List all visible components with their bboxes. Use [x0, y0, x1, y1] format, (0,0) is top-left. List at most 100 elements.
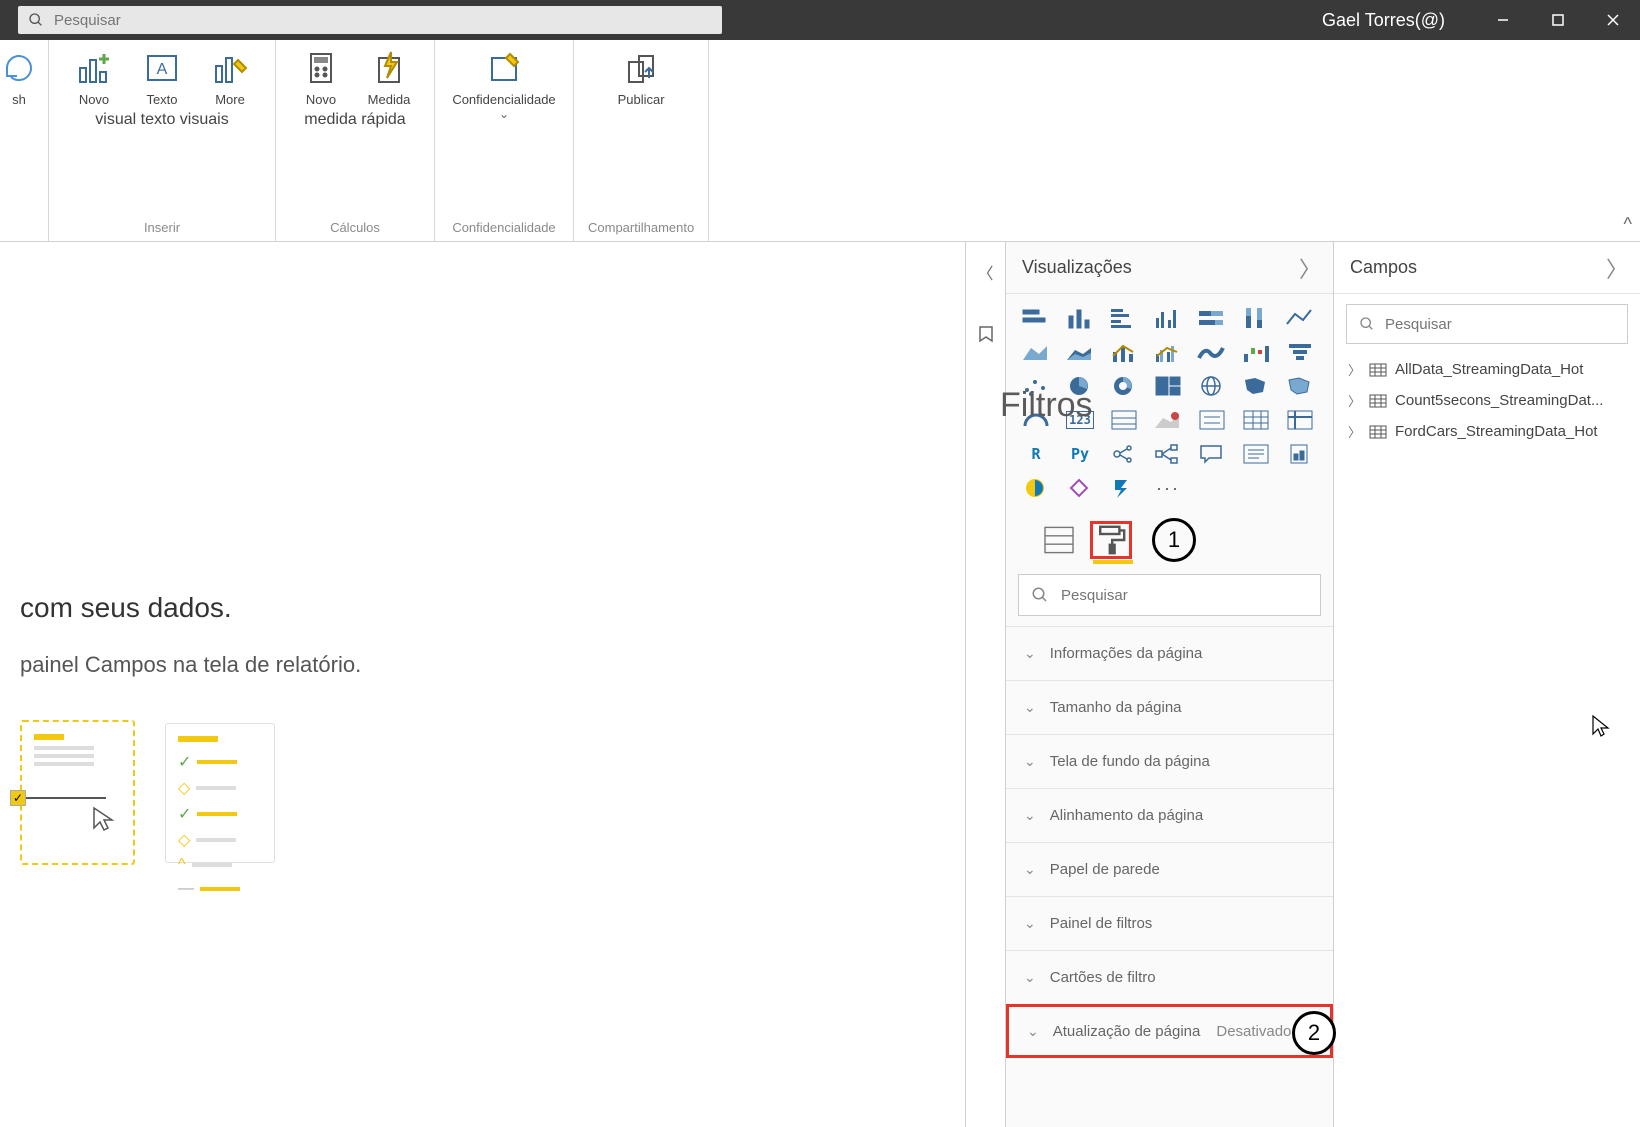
- viz-line-stacked-column[interactable]: [1106, 338, 1142, 366]
- viz-kpi[interactable]: [1150, 406, 1186, 434]
- viz-arcgis[interactable]: [1018, 474, 1054, 502]
- viz-card[interactable]: 123: [1062, 406, 1098, 434]
- format-section[interactable]: ⌄Informações da página: [1006, 626, 1333, 680]
- viz-area[interactable]: [1018, 338, 1054, 366]
- ribbon-sensitivity-button[interactable]: Confidencialidade ⌄: [449, 48, 559, 121]
- chevron-right-icon[interactable]: 〉: [1299, 252, 1321, 284]
- format-section-status: Desativado: [1216, 1023, 1291, 1040]
- visualizations-title: Visualizações: [1022, 257, 1132, 278]
- chevron-down-icon: ⌄: [1024, 861, 1036, 878]
- svg-text:A: A: [157, 61, 168, 78]
- viz-paginated-report[interactable]: [1282, 440, 1318, 468]
- canvas-heading: com seus dados.: [20, 592, 945, 624]
- viz-r-script[interactable]: R: [1018, 440, 1054, 468]
- format-tab-button[interactable]: [1090, 521, 1132, 559]
- viz-scatter[interactable]: [1018, 372, 1054, 400]
- ribbon-more-visuals-label: More: [215, 92, 245, 107]
- ribbon-publish-button[interactable]: Publicar: [610, 48, 672, 107]
- viz-slicer[interactable]: [1194, 406, 1230, 434]
- fields-pane: Campos 〉 〉AllData_StreamingData_Hot〉Coun…: [1334, 242, 1640, 1127]
- fields-title: Campos: [1350, 257, 1417, 278]
- user-name[interactable]: Gael Torres(@): [1322, 10, 1445, 31]
- ribbon-new-measure-button[interactable]: Novo: [290, 48, 352, 107]
- viz-stacked-area[interactable]: [1062, 338, 1098, 366]
- viz-donut[interactable]: [1106, 372, 1142, 400]
- fields-tab-icon: [1038, 519, 1080, 561]
- format-section[interactable]: ⌄Tamanho da página: [1006, 680, 1333, 734]
- annotation-1: 1: [1152, 518, 1196, 562]
- viz-100-stacked-bar[interactable]: [1194, 304, 1230, 332]
- viz-matrix[interactable]: [1282, 406, 1318, 434]
- viz-more[interactable]: ···: [1150, 474, 1186, 502]
- bookmark-icon[interactable]: [976, 324, 996, 344]
- viz-clustered-column[interactable]: [1150, 304, 1186, 332]
- format-section-label: Painel de filtros: [1050, 915, 1153, 932]
- ribbon-text-box-button[interactable]: A Texto: [131, 48, 193, 107]
- ribbon-calc-sublabel: medida rápida: [304, 111, 405, 129]
- format-section[interactable]: ⌄Painel de filtros: [1006, 896, 1333, 950]
- ribbon-more-visuals-button[interactable]: More: [199, 48, 261, 107]
- viz-qa[interactable]: [1194, 440, 1230, 468]
- search-icon: [1359, 316, 1375, 332]
- fields-search[interactable]: [1346, 304, 1628, 344]
- annotation-2: 2: [1292, 1011, 1336, 1055]
- ribbon-new-visual-button[interactable]: Novo: [63, 48, 125, 107]
- viz-smart-narrative[interactable]: [1238, 440, 1274, 468]
- viz-clustered-bar[interactable]: [1106, 304, 1142, 332]
- format-search-input[interactable]: [1061, 587, 1308, 604]
- chevron-down-icon: ⌄: [499, 107, 509, 121]
- viz-multirow-card[interactable]: [1106, 406, 1142, 434]
- window-minimize-button[interactable]: [1475, 0, 1530, 40]
- ribbon-refresh-button[interactable]: sh: [4, 48, 34, 107]
- viz-shape-map[interactable]: [1282, 372, 1318, 400]
- format-section[interactable]: ⌄Cartões de filtro: [1006, 950, 1333, 1004]
- window-maximize-button[interactable]: [1530, 0, 1585, 40]
- format-section[interactable]: ⌄Papel de parede: [1006, 842, 1333, 896]
- field-table-item[interactable]: 〉Count5secons_StreamingDat...: [1334, 385, 1640, 416]
- calculator-icon: [301, 48, 341, 88]
- field-table-item[interactable]: 〉FordCars_StreamingData_Hot: [1334, 416, 1640, 447]
- viz-gauge[interactable]: [1018, 406, 1054, 434]
- ribbon-quick-measure-button[interactable]: Medida: [358, 48, 420, 107]
- search-icon: [28, 12, 44, 28]
- chevron-left-icon[interactable]: 〈: [977, 260, 993, 284]
- filters-pane-collapsed[interactable]: 〈: [966, 242, 1006, 1127]
- report-canvas[interactable]: com seus dados. painel Campos na tela de…: [0, 242, 966, 1127]
- fields-search-input[interactable]: [1385, 316, 1615, 333]
- viz-power-automate[interactable]: [1106, 474, 1142, 502]
- viz-line-clustered-column[interactable]: [1150, 338, 1186, 366]
- format-section[interactable]: ⌄Tela de fundo da página: [1006, 734, 1333, 788]
- viz-stacked-bar[interactable]: [1018, 304, 1054, 332]
- fields-tab-button[interactable]: [1038, 521, 1080, 559]
- format-section-page-refresh[interactable]: ⌄ Atualização de página Desativado 2: [1006, 1004, 1333, 1058]
- chevron-right-icon: 〉: [1348, 422, 1361, 441]
- viz-stacked-column[interactable]: [1062, 304, 1098, 332]
- viz-decomposition-tree[interactable]: [1150, 440, 1186, 468]
- title-search-input[interactable]: [54, 12, 722, 29]
- viz-table[interactable]: [1238, 406, 1274, 434]
- viz-map[interactable]: [1194, 372, 1230, 400]
- viz-power-apps[interactable]: [1062, 474, 1098, 502]
- viz-ribbon[interactable]: [1194, 338, 1230, 366]
- format-search[interactable]: [1018, 574, 1321, 616]
- viz-key-influencers[interactable]: [1106, 440, 1142, 468]
- viz-treemap[interactable]: [1150, 372, 1186, 400]
- ribbon-collapse-button[interactable]: ^: [1624, 214, 1632, 235]
- title-search[interactable]: [18, 6, 722, 34]
- viz-python[interactable]: Py: [1062, 440, 1098, 468]
- viz-100-stacked-column[interactable]: [1238, 304, 1274, 332]
- viz-line[interactable]: [1282, 304, 1318, 332]
- ribbon-sensitivity-group-label: Confidencialidade: [452, 210, 555, 235]
- canvas-illustration: ✓ ✓ ◇ ✓ ◇ ^ —: [20, 720, 945, 865]
- viz-waterfall[interactable]: [1238, 338, 1274, 366]
- ribbon-calc-group-label: Cálculos: [330, 210, 380, 235]
- chevron-down-icon: ⌄: [1027, 1023, 1039, 1040]
- visualization-gallery: 123 R Py ···: [1006, 294, 1333, 512]
- format-section[interactable]: ⌄Alinhamento da página: [1006, 788, 1333, 842]
- field-table-item[interactable]: 〉AllData_StreamingData_Hot: [1334, 354, 1640, 385]
- viz-pie[interactable]: [1062, 372, 1098, 400]
- chevron-right-icon[interactable]: 〉: [1606, 252, 1628, 284]
- viz-funnel[interactable]: [1282, 338, 1318, 366]
- window-close-button[interactable]: [1585, 0, 1640, 40]
- viz-filled-map[interactable]: [1238, 372, 1274, 400]
